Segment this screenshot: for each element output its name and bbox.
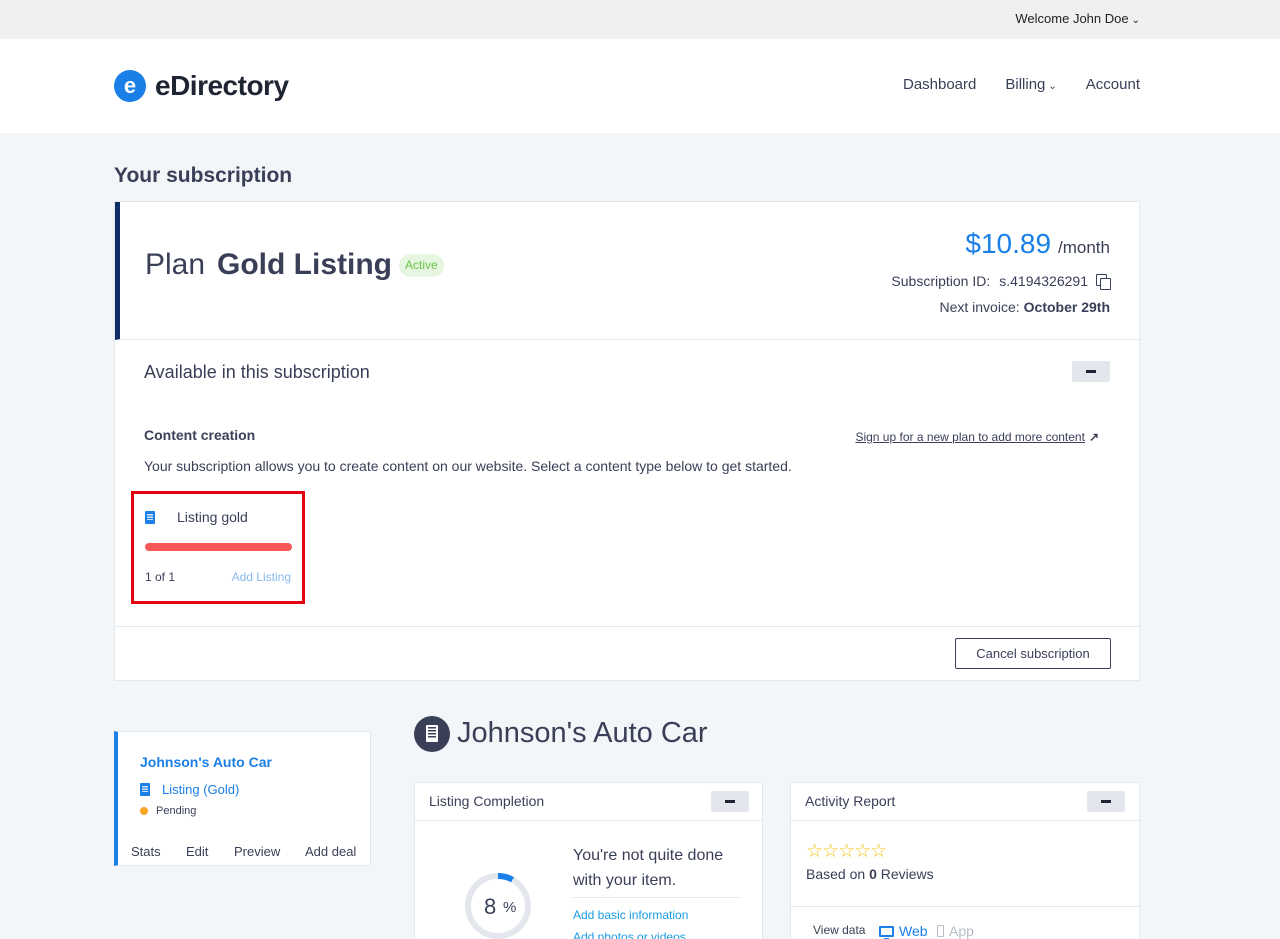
- preview-link[interactable]: Preview: [234, 844, 305, 859]
- next-invoice: Next invoice: October 29th: [939, 299, 1110, 315]
- completion-ring: [465, 873, 531, 939]
- listing-building-icon: [414, 716, 450, 752]
- reviews-word: Reviews: [880, 866, 934, 882]
- completion-message: You're not quite done with your item.: [573, 847, 724, 889]
- listing-summary-card: Johnson's Auto Car Listing (Gold) Pendin…: [114, 731, 371, 866]
- panel-header: Listing Completion: [415, 783, 762, 821]
- chevron-down-icon: ⌄: [1048, 81, 1057, 92]
- subscription-id-label: Subscription ID:: [891, 273, 991, 289]
- add-deal-link[interactable]: Add deal: [305, 844, 356, 859]
- monitor-icon: [879, 925, 894, 939]
- copy-icon[interactable]: [1096, 274, 1111, 290]
- external-arrow-icon: ↗: [1088, 430, 1099, 444]
- price-period: /month: [1058, 238, 1110, 257]
- top-bar: Welcome John Doe ⌄: [0, 0, 1280, 39]
- divider: [573, 897, 741, 898]
- listing-type: Listing (Gold): [162, 782, 240, 797]
- activity-report-panel: Activity Report ☆☆☆☆☆ Based on 0 Reviews…: [790, 782, 1140, 939]
- completion-percent: 8: [484, 894, 497, 919]
- page-title: Your subscription: [114, 164, 293, 187]
- app-data-tab[interactable]: App: [937, 923, 974, 939]
- cancel-subscription-button[interactable]: Cancel subscription: [955, 638, 1111, 669]
- subscription-header: Plan Gold Listing Active $10.89 /month S…: [115, 202, 1139, 340]
- listing-gold-item: Listing gold 1 of 1 Add Listing: [131, 491, 305, 604]
- based-on-label: Based on: [806, 866, 866, 882]
- reviews-count: 0: [869, 866, 877, 882]
- stats-link[interactable]: Stats: [131, 844, 186, 859]
- collapse-completion-button[interactable]: [711, 791, 749, 812]
- next-invoice-date: October 29th: [1023, 299, 1110, 315]
- content-creation-title: Content creation: [144, 427, 256, 443]
- logo-text: eDirectory: [155, 70, 289, 101]
- status-badge: Active: [399, 254, 444, 277]
- subscription-id: Subscription ID: s.4194326291: [891, 273, 1111, 290]
- nav-account[interactable]: Account: [1086, 76, 1140, 93]
- plan-name: Gold Listing: [217, 248, 392, 281]
- add-listing-link[interactable]: Add Listing: [232, 570, 291, 584]
- listing-title: Johnson's Auto Car: [457, 717, 708, 749]
- building-icon: [145, 511, 155, 524]
- phone-icon: [937, 925, 944, 937]
- nav-billing[interactable]: Billing ⌄: [1005, 76, 1056, 93]
- welcome-text: Welcome John Doe: [1015, 11, 1129, 26]
- status-dot-icon: [140, 807, 148, 815]
- collapse-available-button[interactable]: [1072, 361, 1110, 382]
- signup-link-label: Sign up for a new plan to add more conte…: [855, 430, 1085, 444]
- chevron-down-icon: ⌄: [1131, 15, 1140, 26]
- panel-header: Activity Report: [791, 783, 1139, 821]
- app-tab-label: App: [949, 923, 974, 939]
- available-title: Available in this subscription: [144, 362, 370, 382]
- listing-usage-bar: [145, 543, 292, 551]
- building-icon: [140, 783, 150, 796]
- nav-dashboard[interactable]: Dashboard: [903, 76, 976, 93]
- content-creation-description: Your subscription allows you to create c…: [144, 458, 792, 474]
- listing-type-label: Listing gold: [177, 509, 248, 525]
- header: e eDirectory Dashboard Billing ⌄ Account: [0, 39, 1280, 133]
- web-tab-label: Web: [899, 923, 928, 939]
- listing-actions: Stats Edit Preview Add deal: [131, 844, 356, 859]
- panel-title: Listing Completion: [429, 793, 545, 809]
- divider: [115, 626, 1139, 627]
- listing-count: 1 of 1: [145, 570, 176, 584]
- web-data-tab[interactable]: Web: [879, 923, 928, 939]
- panel-title: Activity Report: [805, 793, 896, 809]
- reviews-summary: Based on 0 Reviews: [806, 866, 934, 882]
- signup-new-plan-link[interactable]: Sign up for a new plan to add more conte…: [855, 430, 1099, 444]
- logo-mark-icon: e: [114, 70, 146, 102]
- main-nav: Dashboard Billing ⌄ Account: [903, 76, 1140, 93]
- completion-step-link[interactable]: Add photos or videos: [573, 930, 686, 939]
- user-menu[interactable]: Welcome John Doe ⌄: [1015, 11, 1140, 26]
- next-invoice-label: Next invoice:: [939, 299, 1020, 315]
- price-amount: $10.89: [965, 228, 1052, 259]
- listing-name-link[interactable]: Johnson's Auto Car: [140, 754, 272, 770]
- view-data-label: View data: [813, 923, 866, 937]
- subscription-id-value: s.4194326291: [999, 273, 1088, 289]
- subscription-card: Plan Gold Listing Active $10.89 /month S…: [114, 201, 1140, 681]
- completion-step-link[interactable]: Add basic information: [573, 908, 688, 922]
- divider: [791, 906, 1139, 907]
- collapse-activity-button[interactable]: [1087, 791, 1125, 812]
- percent-sign: %: [503, 899, 517, 916]
- price: $10.89 /month: [965, 228, 1110, 260]
- nav-billing-label: Billing: [1005, 76, 1046, 93]
- edit-link[interactable]: Edit: [186, 844, 234, 859]
- logo[interactable]: e eDirectory: [114, 70, 289, 102]
- listing-completion-panel: Listing Completion 8 % You're not quite …: [414, 782, 763, 939]
- rating-stars-icon: ☆☆☆☆☆: [806, 841, 887, 862]
- listing-status: Pending: [156, 805, 197, 817]
- plan-label: Plan: [145, 248, 206, 281]
